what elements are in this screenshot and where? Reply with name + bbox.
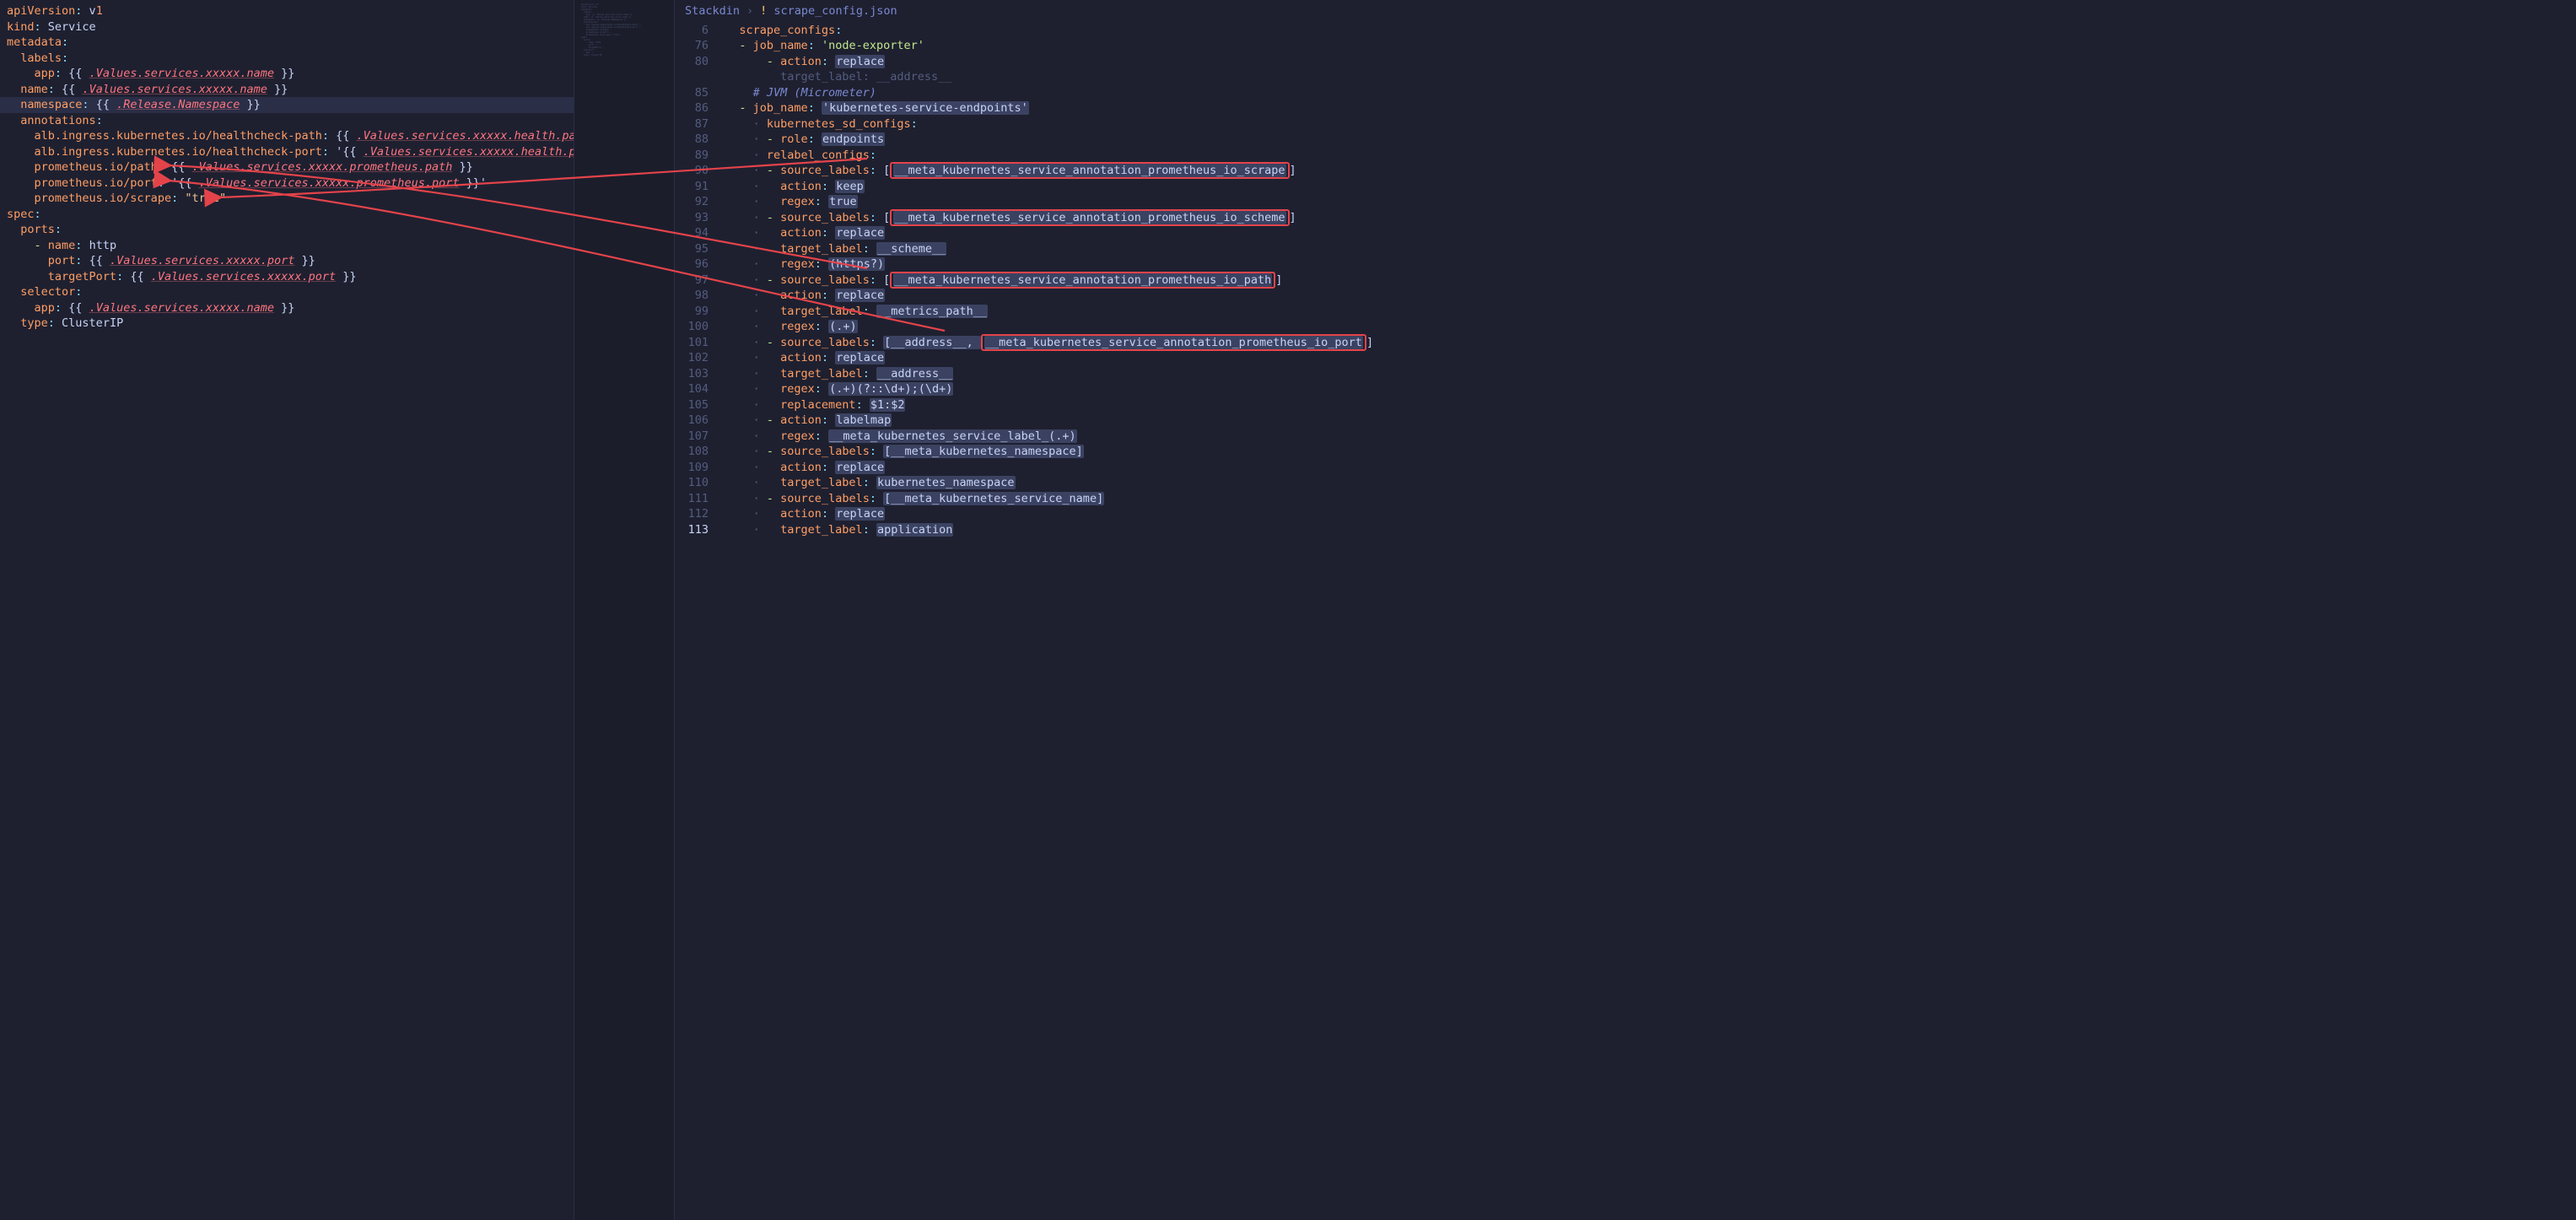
minimap-content: apiVersion: v1 kind: Service metadata: l… xyxy=(581,3,667,57)
code-line: 110 · target_label: kubernetes_namespace xyxy=(680,475,2576,491)
code-line: kind: Service xyxy=(0,19,574,35)
code-line: 88 · - role: endpoints xyxy=(680,132,2576,148)
code-line: 99 · target_label: __metrics_path__ xyxy=(680,304,2576,320)
code-line: 100 · regex: (.+) xyxy=(680,319,2576,335)
breadcrumb-root[interactable]: Stackdin xyxy=(685,3,740,19)
code-line: metadata: xyxy=(0,35,574,51)
code-line: 106 · - action: labelmap xyxy=(680,413,2576,429)
code-line: 109 · action: replace xyxy=(680,460,2576,476)
code-line: prometheus.io/scrape: "true" xyxy=(0,191,574,207)
chevron-right-icon: › xyxy=(746,3,753,19)
code-line: 113 · target_label: application xyxy=(680,522,2576,538)
json-file-icon: ! xyxy=(760,3,767,19)
code-line: 76 - job_name: 'node-exporter' xyxy=(680,38,2576,54)
code-line: 102 · action: replace xyxy=(680,350,2576,366)
minimap[interactable]: apiVersion: v1 kind: Service metadata: l… xyxy=(574,0,675,1220)
code-line: 94 · action: replace xyxy=(680,225,2576,241)
code-line: targetPort: {{ .Values.services.xxxxx.po… xyxy=(0,269,574,285)
code-line: 97 · - source_labels: [__meta_kubernetes… xyxy=(680,273,2576,289)
code-line: target_label: __address__ xyxy=(680,69,2576,85)
code-line: 105 · replacement: $1:$2 xyxy=(680,397,2576,413)
code-line: 107 · regex: __meta_kubernetes_service_l… xyxy=(680,429,2576,445)
code-line: 93 · - source_labels: [__meta_kubernetes… xyxy=(680,210,2576,226)
highlight-scheme: __meta_kubernetes_service_annotation_pro… xyxy=(890,209,1289,226)
code-line: 104 · regex: (.+)(?::\d+);(\d+) xyxy=(680,381,2576,397)
code-line: 80 - action: replace xyxy=(680,54,2576,70)
code-line: 6 scrape_configs: xyxy=(680,23,2576,39)
code-line: 103 · target_label: __address__ xyxy=(680,366,2576,382)
code-line: 101 · - source_labels: [__address__, __m… xyxy=(680,335,2576,351)
highlight-scrape: __meta_kubernetes_service_annotation_pro… xyxy=(890,162,1289,179)
code-line: prometheus.io/port: '{{ .Values.services… xyxy=(0,175,574,192)
code-line: apiVersion: v1 xyxy=(0,3,574,19)
code-line: alb.ingress.kubernetes.io/healthcheck-po… xyxy=(0,144,574,160)
breadcrumb[interactable]: Stackdin › ! scrape_config.json xyxy=(675,0,2576,23)
highlight-port: __meta_kubernetes_service_annotation_pro… xyxy=(981,334,1366,351)
code-line: labels: xyxy=(0,51,574,67)
code-line: selector: xyxy=(0,284,574,300)
code-line: 111 · - source_labels: [__meta_kubernete… xyxy=(680,491,2576,507)
code-line: app: {{ .Values.services.xxxxx.name }} xyxy=(0,300,574,316)
code-line: ports: xyxy=(0,222,574,238)
code-line: 85 # JVM (Micrometer) xyxy=(680,85,2576,101)
code-line: 98 · action: replace xyxy=(680,288,2576,304)
right-editor-pane[interactable]: Stackdin › ! scrape_config.json 6 scrape… xyxy=(675,0,2576,1220)
code-line: alb.ingress.kubernetes.io/healthcheck-pa… xyxy=(0,128,574,144)
code-line: annotations: xyxy=(0,113,574,129)
code-line: namespace: {{ .Release.Namespace }} xyxy=(0,97,574,113)
code-line: name: {{ .Values.services.xxxxx.name }} xyxy=(0,82,574,98)
code-line: - name: http xyxy=(0,238,574,254)
code-line: 90 · - source_labels: [__meta_kubernetes… xyxy=(680,163,2576,179)
code-line: spec: xyxy=(0,207,574,223)
code-line: prometheus.io/path: {{ .Values.services.… xyxy=(0,159,574,175)
code-line: 92 · regex: true xyxy=(680,194,2576,210)
code-line: type: ClusterIP xyxy=(0,316,574,332)
highlight-path: __meta_kubernetes_service_annotation_pro… xyxy=(890,272,1275,289)
code-line: 112 · action: replace xyxy=(680,506,2576,522)
code-line: 89 · relabel_configs: xyxy=(680,148,2576,164)
left-editor-pane[interactable]: apiVersion: v1 kind: Service metadata: l… xyxy=(0,0,574,1220)
code-line: 96 · regex: (https?) xyxy=(680,256,2576,273)
editor-split: apiVersion: v1 kind: Service metadata: l… xyxy=(0,0,2576,1220)
code-line: 108 · - source_labels: [__meta_kubernete… xyxy=(680,444,2576,460)
code-line: 86 - job_name: 'kubernetes-service-endpo… xyxy=(680,100,2576,116)
code-line: 91 · action: keep xyxy=(680,179,2576,195)
code-line: 95 · target_label: __scheme__ xyxy=(680,241,2576,257)
breadcrumb-file[interactable]: scrape_config.json xyxy=(773,3,897,19)
code-line: 87 · kubernetes_sd_configs: xyxy=(680,116,2576,132)
code-right: 6 scrape_configs: 76 - job_name: 'node-e… xyxy=(675,23,2576,538)
code-line: port: {{ .Values.services.xxxxx.port }} xyxy=(0,253,574,269)
code-line: app: {{ .Values.services.xxxxx.name }} xyxy=(0,66,574,82)
